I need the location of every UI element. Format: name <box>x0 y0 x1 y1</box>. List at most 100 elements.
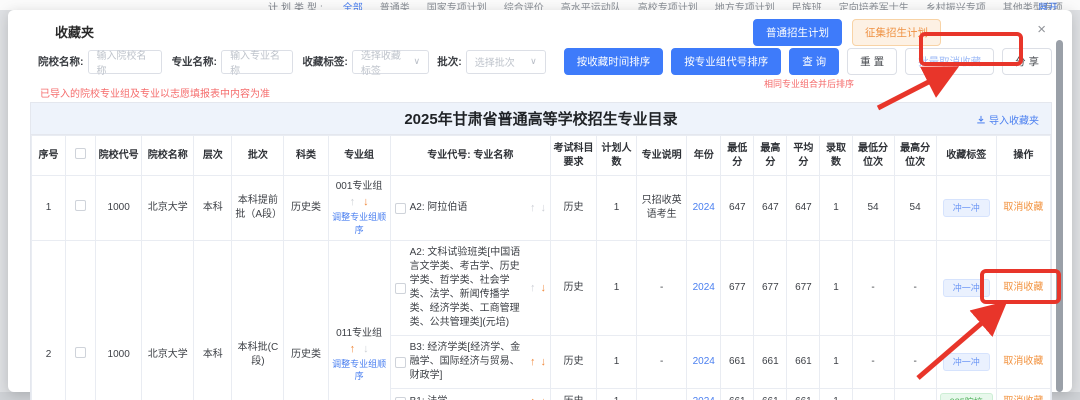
cancel-favorite-link[interactable]: 取消收藏 <box>1003 202 1043 213</box>
share-button[interactable]: 分 享 <box>1002 48 1052 75</box>
major-name-placeholder: 输入专业名称 <box>230 47 284 77</box>
group-move-down-icon[interactable]: ↓ <box>363 344 369 355</box>
major-name-cell: A2: 阿拉伯语 ↑ ↓ <box>390 176 550 241</box>
action-buttons: 按收藏时间排序 按专业组代号排序 查 询 重 置 批量取消收藏 分 享 <box>564 48 1052 75</box>
batch-cancel-favorite-button[interactable]: 批量取消收藏 <box>905 48 994 75</box>
header-tag: 收藏标签 <box>936 136 996 176</box>
admit-count-cell: 1 <box>820 241 852 336</box>
min-rank-cell: 54 <box>852 176 894 241</box>
major-move-down-icon[interactable]: ↓ <box>540 357 546 368</box>
download-icon <box>976 115 986 125</box>
header-level: 层次 <box>194 136 232 176</box>
major-checkbox[interactable] <box>395 203 406 214</box>
backdrop-nav-item[interactable]: 普通类 <box>380 0 410 10</box>
category-cell: 历史类 <box>284 176 328 241</box>
backdrop-nav-item[interactable]: 乡村振兴专项 <box>926 0 986 10</box>
major-checkbox[interactable] <box>395 357 406 368</box>
year-link[interactable]: 2024 <box>693 282 715 293</box>
table-title: 2025年甘肃省普通高等学校招生专业目录 <box>404 108 677 129</box>
cancel-favorite-link-highlighted[interactable]: 取消收藏 <box>1003 356 1043 367</box>
min-rank-cell: - <box>852 336 894 389</box>
year-link[interactable]: 2024 <box>693 356 715 367</box>
year-link[interactable]: 2024 <box>693 396 715 400</box>
group-move-up-icon[interactable]: ↑ <box>350 344 356 355</box>
dialog-title: 收藏夹 <box>55 22 94 41</box>
collect-plan-button[interactable]: 征集招生计划 <box>852 19 941 46</box>
year-link[interactable]: 2024 <box>693 202 715 213</box>
backdrop-nav-item[interactable]: 定向培养军士生 <box>839 0 909 10</box>
major-note-cell: - <box>637 389 687 400</box>
adjust-group-order-link[interactable]: 调整专业组顺序 <box>332 358 387 383</box>
header-category: 科类 <box>284 136 328 176</box>
sort-by-time-button[interactable]: 按收藏时间排序 <box>564 48 664 75</box>
min-rank-cell: - <box>852 389 894 400</box>
major-note-cell: - <box>637 241 687 336</box>
college-code: 1000 <box>96 241 142 400</box>
max-rank-cell: 54 <box>894 176 936 241</box>
batch-filter-placeholder: 选择批次 <box>475 54 515 69</box>
header-min-rank: 最低分位次 <box>852 136 894 176</box>
header-group: 专业组 <box>328 136 390 176</box>
adjust-group-order-link[interactable]: 调整专业组顺序 <box>332 211 387 236</box>
header-checkbox-cell <box>66 136 96 176</box>
college-checkbox[interactable] <box>75 347 86 358</box>
group-move-down-icon[interactable]: ↓ <box>363 197 369 208</box>
major-checkbox[interactable] <box>395 283 406 294</box>
major-name: B3: 经济学类[经济学、金融学、国际经济与贸易、财政学] <box>410 341 526 383</box>
group-move-up-icon[interactable]: ↑ <box>350 197 356 208</box>
backdrop-nav-item[interactable]: 地方专项计划 <box>715 0 775 10</box>
dialog-scrollbar[interactable] <box>1056 40 1063 392</box>
major-move-down-icon[interactable]: ↓ <box>540 203 546 214</box>
major-name-input[interactable]: 输入专业名称 <box>221 50 293 74</box>
plan-type-label: 计划类型: <box>268 0 326 10</box>
seq-cell: 2 <box>32 241 66 400</box>
max-score-cell: 647 <box>754 176 787 241</box>
college-name: 北京大学 <box>142 176 194 241</box>
major-move-up-icon[interactable]: ↑ <box>530 203 536 214</box>
import-note: 已导入的院校专业组及专业以志愿填报表中内容为准 <box>40 85 270 100</box>
header-max-score: 最高分 <box>754 136 787 176</box>
favorite-tag-badge: 冲一冲 <box>943 353 990 372</box>
backdrop-nav-item[interactable]: 高校专项计划 <box>638 0 698 10</box>
cancel-favorite-link[interactable]: 取消收藏 <box>1003 282 1043 293</box>
major-note-cell: 只招收英语考生 <box>637 176 687 241</box>
import-favorites-link[interactable]: 导入收藏夹 <box>976 112 1039 127</box>
close-icon[interactable]: × <box>1037 22 1046 37</box>
search-button[interactable]: 查 询 <box>789 48 839 75</box>
college-name-label: 院校名称: <box>38 54 84 69</box>
plan-count-cell: 1 <box>597 336 637 389</box>
backdrop-nav-item[interactable]: 民族班 <box>792 0 822 10</box>
major-move-up-icon[interactable]: ↑ <box>530 357 536 368</box>
backdrop-nav-item[interactable]: 高水平运动队 <box>561 0 621 10</box>
screenshot-stage: 计划类型: 全部 普通类 国家专项计划 综合评价 高水平运动队 高校专项计划 地… <box>0 0 1080 400</box>
cancel-favorite-link[interactable]: 取消收藏 <box>1003 396 1043 400</box>
tag-filter-select[interactable]: 选择收藏标签 ∨ <box>352 50 429 74</box>
college-checkbox[interactable] <box>75 200 86 211</box>
normal-plan-button[interactable]: 普通招生计划 <box>753 19 842 46</box>
table-row: 1 1000 北京大学 本科 本科提前批（A段） 历史类 001专业组 ↑ ↓ <box>32 176 1051 241</box>
college-name-placeholder: 输入院校名称 <box>97 47 153 77</box>
select-all-checkbox[interactable] <box>75 148 86 159</box>
reset-button[interactable]: 重 置 <box>847 48 897 75</box>
subject-req-cell: 历史 <box>550 336 596 389</box>
group-name: 001专业组 <box>332 180 387 194</box>
sort-by-group-code-button[interactable]: 按专业组代号排序 <box>671 48 781 75</box>
backdrop-expand-link[interactable]: 展开 <box>1038 0 1058 10</box>
backdrop-nav-item[interactable]: 全部 <box>343 0 363 10</box>
min-score-cell: 661 <box>721 389 754 400</box>
header-college-name: 院校名称 <box>142 136 194 176</box>
major-name-label: 专业名称: <box>172 54 218 69</box>
batch-filter-select[interactable]: 选择批次 ∨ <box>466 50 546 74</box>
backdrop-nav-item[interactable]: 国家专项计划 <box>427 0 487 10</box>
min-score-cell: 647 <box>721 176 754 241</box>
seq-cell: 1 <box>32 176 66 241</box>
header-major-note: 专业说明 <box>637 136 687 176</box>
college-name-input[interactable]: 输入院校名称 <box>88 50 162 74</box>
major-move-down-icon[interactable]: ↓ <box>540 283 546 294</box>
category-cell: 历史类 <box>284 241 328 400</box>
backdrop-nav-item[interactable]: 综合评价 <box>504 0 544 10</box>
major-move-up-icon[interactable]: ↑ <box>530 283 536 294</box>
group-name: 011专业组 <box>332 327 387 341</box>
max-rank-cell: - <box>894 241 936 336</box>
avg-score-cell: 661 <box>787 336 820 389</box>
